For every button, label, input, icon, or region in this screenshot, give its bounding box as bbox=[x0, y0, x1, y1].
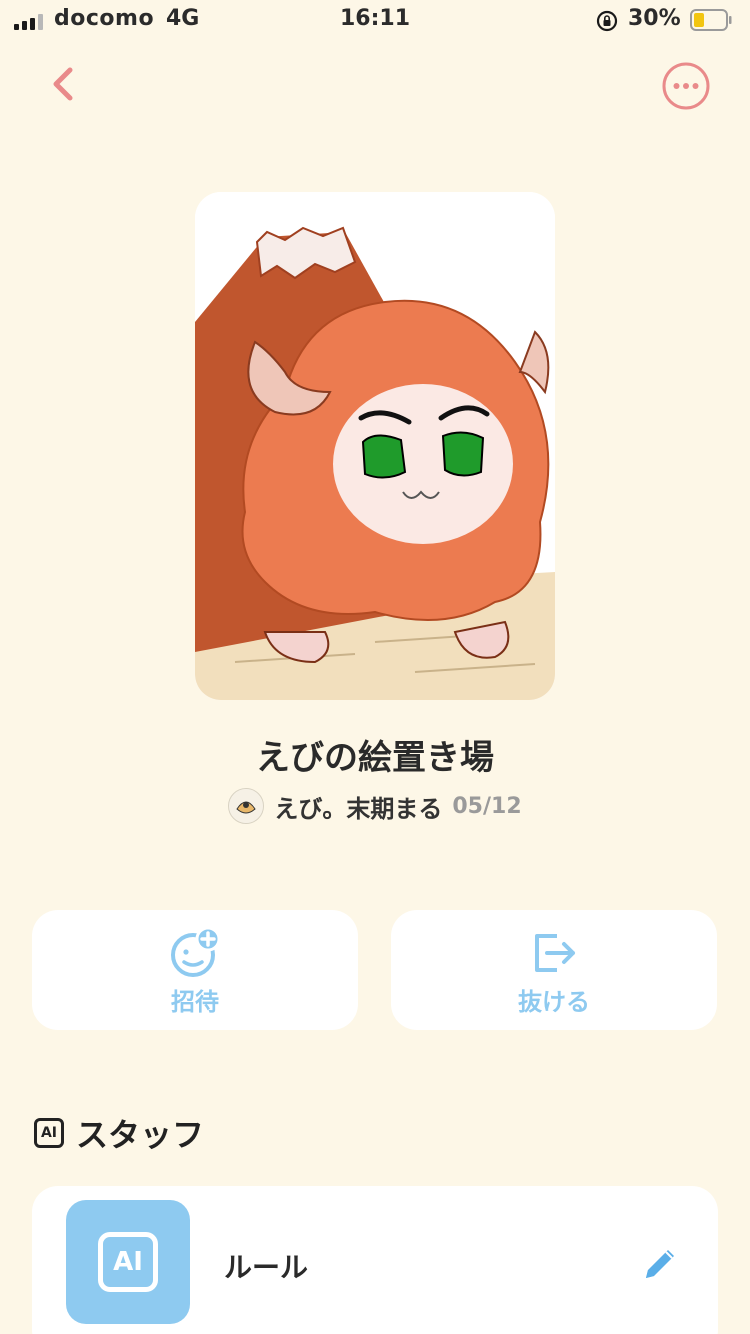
status-bar: docomo 4G 16:11 30% bbox=[0, 0, 750, 44]
character-illustration bbox=[195, 192, 555, 700]
owner-name: えび。末期まる bbox=[274, 794, 443, 823]
leave-label: 抜ける bbox=[518, 988, 590, 1016]
invite-button[interactable]: 招待 bbox=[32, 910, 358, 1030]
more-options-button[interactable] bbox=[660, 60, 712, 112]
ai-staff-icon-text: AI bbox=[98, 1232, 158, 1292]
avatar bbox=[228, 788, 265, 824]
pencil-icon[interactable] bbox=[638, 1242, 682, 1286]
back-button[interactable] bbox=[40, 60, 88, 108]
group-cover-image bbox=[195, 192, 555, 700]
leave-button[interactable]: 抜ける bbox=[391, 910, 717, 1030]
group-detail-screen: docomo 4G 16:11 30% えびの絵置き場 えび。末期まる 05/1… bbox=[0, 0, 750, 1334]
battery-icon bbox=[690, 9, 732, 31]
ai-badge-icon: AI bbox=[34, 1118, 64, 1148]
invite-smile-plus-icon bbox=[171, 926, 221, 977]
ai-staff-icon: AI bbox=[66, 1200, 190, 1324]
invite-label: 招待 bbox=[171, 988, 219, 1016]
staff-item-rule[interactable]: AI ルール bbox=[32, 1186, 718, 1334]
staff-section-header: AI スタッフ bbox=[34, 1110, 204, 1156]
battery-percent: 30% bbox=[628, 6, 681, 31]
staff-section-title: スタッフ bbox=[76, 1116, 205, 1154]
created-date: 05/12 bbox=[452, 793, 522, 819]
exit-arrow-icon bbox=[535, 934, 575, 972]
rotation-lock-icon bbox=[596, 10, 618, 32]
staff-name: ルール bbox=[224, 1251, 309, 1284]
group-title: えびの絵置き場 bbox=[256, 738, 494, 778]
owner-row[interactable]: えび。末期まる 05/12 bbox=[0, 788, 750, 824]
